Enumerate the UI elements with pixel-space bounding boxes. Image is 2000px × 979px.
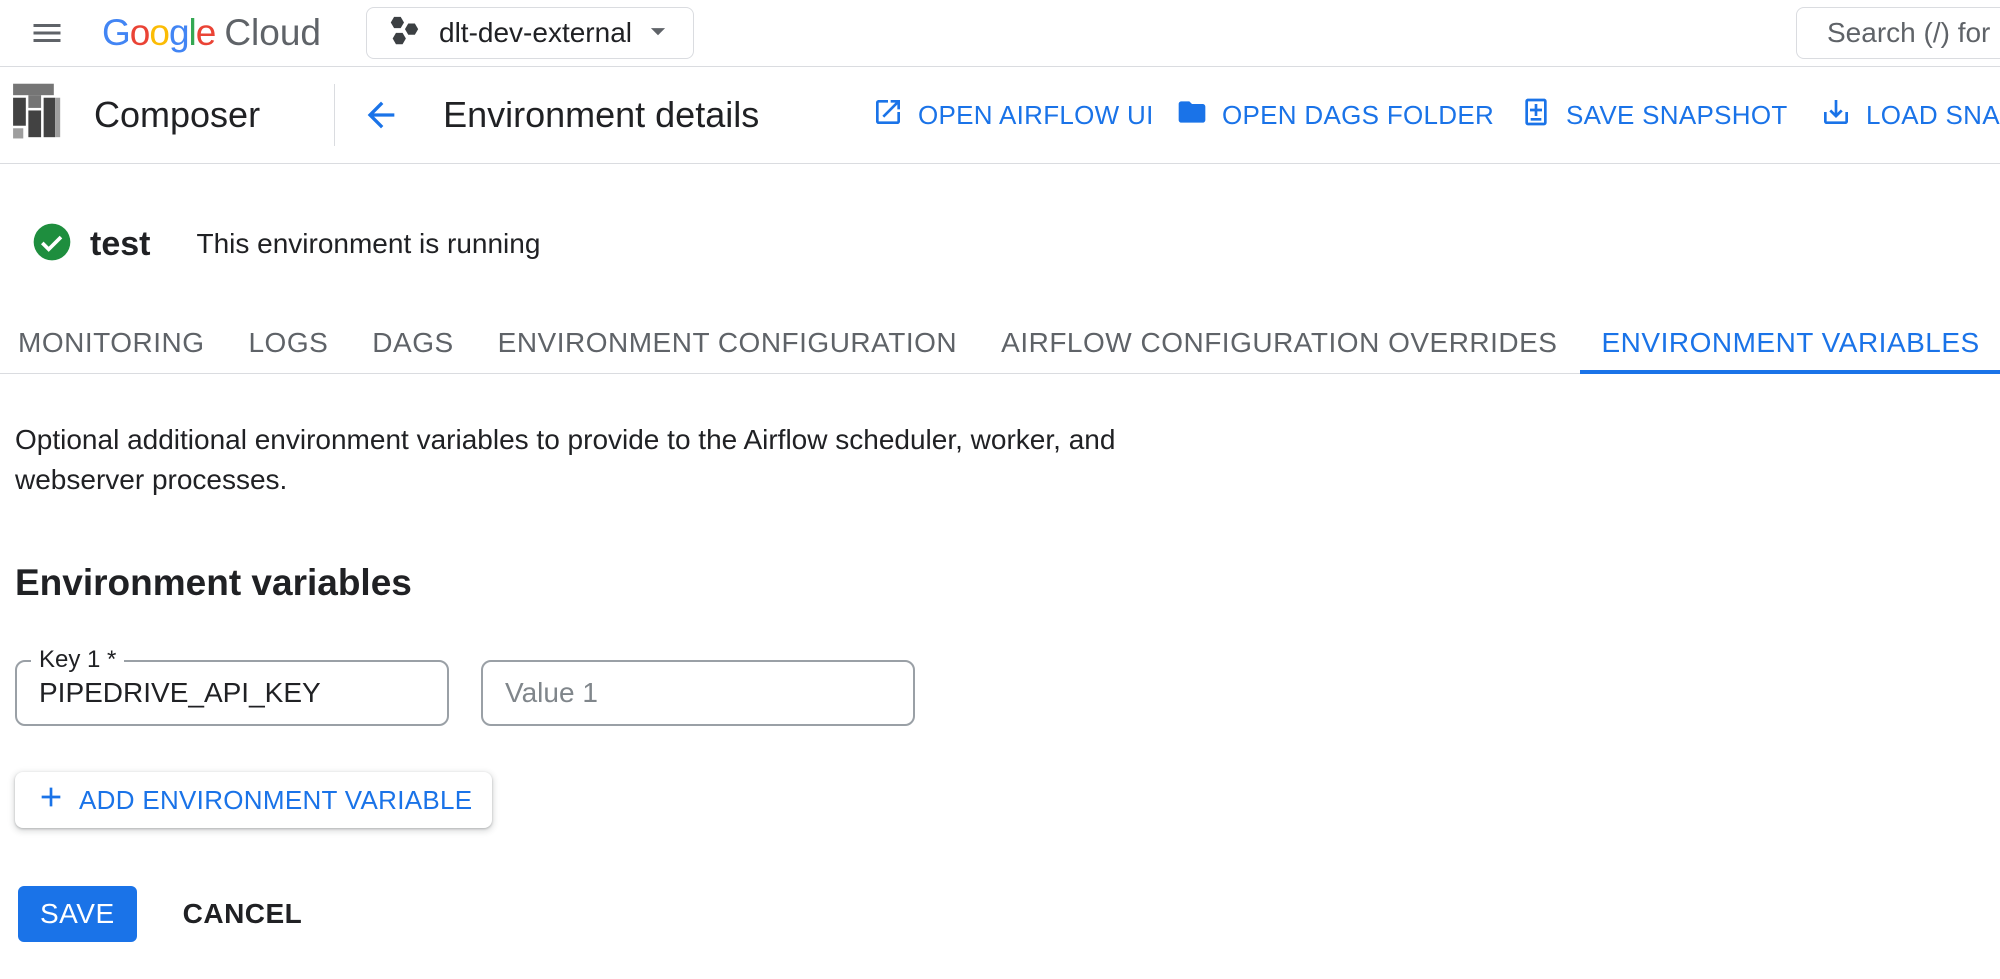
tab-airflow-configuration-overrides[interactable]: AIRFLOW CONFIGURATION OVERRIDES (979, 315, 1579, 374)
environment-status-row: test This environment is running (0, 221, 2000, 267)
chevron-down-icon (641, 14, 675, 53)
google-cloud-logo: Google Cloud (102, 12, 321, 54)
value-field (481, 660, 915, 726)
header-actions: OPEN AIRFLOW UI OPEN DAGS FOLDER SAVE SN… (0, 67, 2000, 163)
logo-cloud-text: Cloud (224, 12, 321, 54)
variable-row: Key 1 * (15, 660, 2000, 726)
save-snapshot-icon (1520, 96, 1552, 135)
project-name: dlt-dev-external (439, 17, 641, 49)
logo-letter: o (130, 12, 150, 54)
product-header: Composer Environment details OPEN AIRFLO… (0, 67, 2000, 164)
value-input[interactable] (483, 662, 913, 724)
tab-monitoring[interactable]: MONITORING (0, 315, 226, 374)
save-button[interactable]: SAVE (18, 886, 137, 942)
action-label: OPEN DAGS FOLDER (1222, 100, 1494, 131)
tab-bar: MONITORING LOGS DAGS ENVIRONMENT CONFIGU… (0, 315, 2000, 374)
environment-name: test (90, 225, 150, 264)
global-search (1796, 7, 2000, 59)
open-dags-folder-button[interactable]: OPEN DAGS FOLDER (1176, 67, 1494, 163)
logo-letter: l (189, 12, 196, 54)
download-icon (1820, 96, 1852, 135)
tab-logs[interactable]: LOGS (226, 315, 350, 374)
environment-status-message: This environment is running (196, 228, 540, 260)
hamburger-menu-icon[interactable] (28, 14, 66, 52)
open-in-new-icon (872, 96, 904, 135)
tab-environment-configuration[interactable]: ENVIRONMENT CONFIGURATION (476, 315, 979, 374)
key-field-label: Key 1 * (31, 646, 124, 674)
top-app-bar: Google Cloud dlt-dev-external (0, 0, 2000, 67)
environment-variables-panel: Optional additional environment variable… (0, 420, 2000, 942)
key-field: Key 1 * (15, 660, 449, 726)
load-snapshot-button[interactable]: LOAD SNAPSHOT (1820, 67, 2000, 163)
tab-dags[interactable]: DAGS (350, 315, 475, 374)
logo-letter: e (196, 12, 216, 54)
save-snapshot-button[interactable]: SAVE SNAPSHOT (1520, 67, 1788, 163)
action-label: OPEN AIRFLOW UI (918, 100, 1154, 131)
add-environment-variable-button[interactable]: ADD ENVIRONMENT VARIABLE (15, 772, 492, 828)
cancel-button[interactable]: CANCEL (183, 898, 303, 930)
panel-description: Optional additional environment variable… (15, 420, 1205, 500)
project-selector[interactable]: dlt-dev-external (366, 7, 694, 59)
logo-letter: o (149, 12, 169, 54)
project-hexagons-icon (385, 14, 423, 53)
action-label: SAVE SNAPSHOT (1566, 100, 1788, 131)
action-label: LOAD SNAPSHOT (1866, 100, 2000, 131)
logo-letter: g (169, 12, 189, 54)
folder-icon (1176, 96, 1208, 135)
plus-icon (35, 781, 67, 820)
form-actions: SAVE CANCEL (18, 886, 2000, 942)
check-circle-icon (30, 220, 74, 269)
search-input[interactable] (1797, 17, 2000, 49)
tab-environment-variables[interactable]: ENVIRONMENT VARIABLES (1580, 315, 2000, 374)
add-button-label: ADD ENVIRONMENT VARIABLE (79, 785, 472, 816)
section-title: Environment variables (15, 562, 2000, 604)
open-airflow-ui-button[interactable]: OPEN AIRFLOW UI (872, 67, 1154, 163)
logo-letter: G (102, 12, 130, 54)
